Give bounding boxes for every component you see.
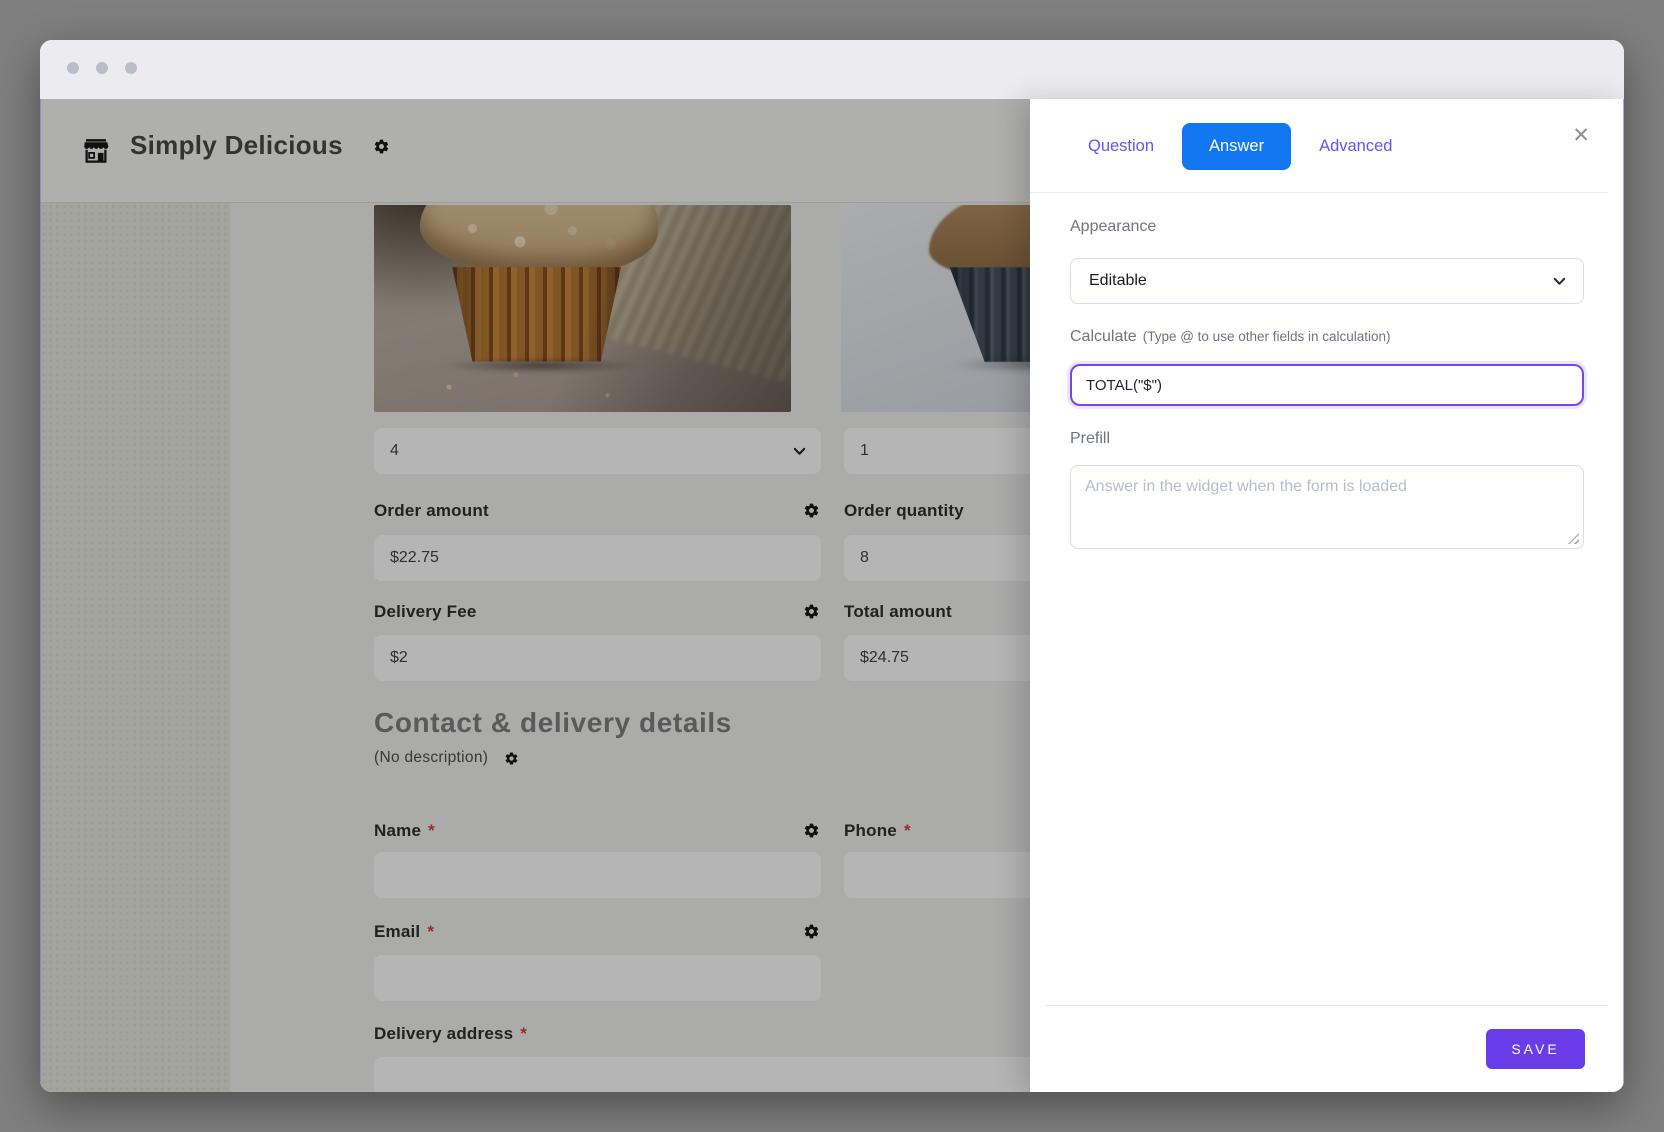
desktop-background: Simply Delicious — [0, 0, 1664, 1132]
tab-question[interactable]: Question — [1086, 131, 1156, 162]
appearance-select-value: Editable — [1089, 272, 1147, 290]
appearance-label: Appearance — [1070, 218, 1156, 236]
window-zoom-dot[interactable] — [125, 62, 137, 74]
calculate-label-row: Calculate (Type @ to use other fields in … — [1070, 328, 1391, 346]
prefill-textarea[interactable] — [1070, 465, 1584, 549]
calculate-label: Calculate — [1070, 328, 1137, 345]
browser-window: Simply Delicious — [40, 40, 1624, 1092]
field-editor-panel: Question Answer Advanced ✕ Appearance Ed… — [1030, 99, 1624, 1092]
tab-advanced[interactable]: Advanced — [1317, 131, 1394, 162]
prefill-textarea-wrap — [1070, 465, 1584, 549]
calculate-hint: (Type @ to use other fields in calculati… — [1143, 329, 1391, 344]
window-close-dot[interactable] — [67, 62, 79, 74]
footer-divider — [1046, 1005, 1608, 1006]
tab-answer[interactable]: Answer — [1182, 123, 1291, 170]
window-accent-edge-right — [1623, 99, 1624, 1092]
chevron-down-icon — [1552, 274, 1567, 289]
window-controls — [67, 62, 137, 74]
browser-titlebar — [40, 40, 1624, 99]
tabs-divider — [1030, 192, 1608, 193]
appearance-select[interactable]: Editable — [1070, 258, 1584, 304]
save-button[interactable]: SAVE — [1486, 1029, 1585, 1069]
close-icon[interactable]: ✕ — [1572, 125, 1590, 146]
window-minimize-dot[interactable] — [96, 62, 108, 74]
window-accent-edge-left — [40, 99, 41, 1092]
app-viewport: Simply Delicious — [40, 99, 1624, 1092]
editor-tabs: Question Answer Advanced — [1086, 99, 1394, 193]
calculate-input[interactable] — [1070, 364, 1584, 406]
prefill-label: Prefill — [1070, 430, 1110, 448]
